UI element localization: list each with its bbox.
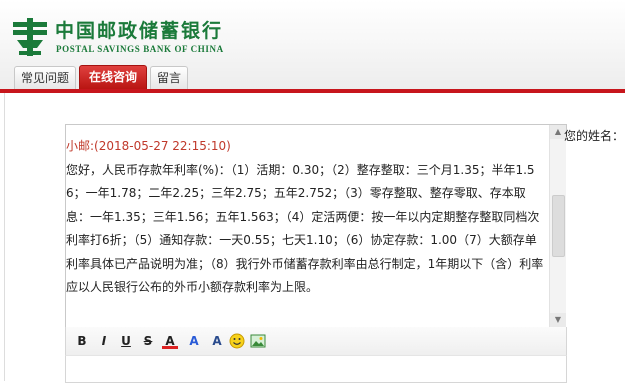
font-color-icon[interactable]: A <box>162 333 178 349</box>
name-label: 您的姓名： <box>564 129 625 143</box>
tab-faq[interactable]: 常见问题 <box>14 66 76 89</box>
tab-online-consult[interactable]: 在线咨询 <box>79 65 147 90</box>
emoji-icon[interactable] <box>229 333 245 349</box>
visitor-info-panel <box>566 140 625 381</box>
chat-message: 小邮:(2018-05-27 22:15:10) 您好，人民币存款年利率(%)：… <box>66 135 546 300</box>
highlight-icon[interactable]: A <box>186 333 202 349</box>
tab-message[interactable]: 留言 <box>150 66 188 89</box>
message-input[interactable] <box>65 355 567 383</box>
bank-name-en: POSTAL SAVINGS BANK OF CHINA <box>56 44 224 54</box>
underline-icon[interactable]: U <box>118 333 134 349</box>
bank-name-cn: 中国邮政储蓄银行 <box>55 20 224 42</box>
bold-icon[interactable]: B <box>74 333 90 349</box>
header: 中国邮政储蓄银行 POSTAL SAVINGS BANK OF CHINA 常见… <box>0 0 625 93</box>
editor-toolbar: B I U S A A A <box>65 327 567 356</box>
image-icon[interactable] <box>250 333 266 349</box>
message-body: 您好，人民币存款年利率(%)：（1）活期：0.30；（2）整存整取：三个月1.3… <box>66 162 544 295</box>
chat-history[interactable]: 小邮:(2018-05-27 22:15:10) 您好，人民币存款年利率(%)：… <box>65 124 567 328</box>
chat-scrollbar[interactable]: ▲ ▼ <box>549 125 566 327</box>
tab-underline <box>0 89 625 93</box>
bank-logo-icon <box>13 18 47 56</box>
font-size-icon[interactable]: A <box>209 333 225 349</box>
scroll-down-icon[interactable]: ▼ <box>550 313 566 327</box>
italic-icon[interactable]: I <box>96 333 112 349</box>
sender-name: 小邮: <box>66 139 95 153</box>
strikethrough-icon[interactable]: S <box>140 333 156 349</box>
message-header: 小邮:(2018-05-27 22:15:10) <box>66 135 546 159</box>
scroll-thumb[interactable] <box>552 195 565 257</box>
message-timestamp: (2018-05-27 22:15:10) <box>94 139 231 153</box>
left-divider <box>4 93 5 381</box>
